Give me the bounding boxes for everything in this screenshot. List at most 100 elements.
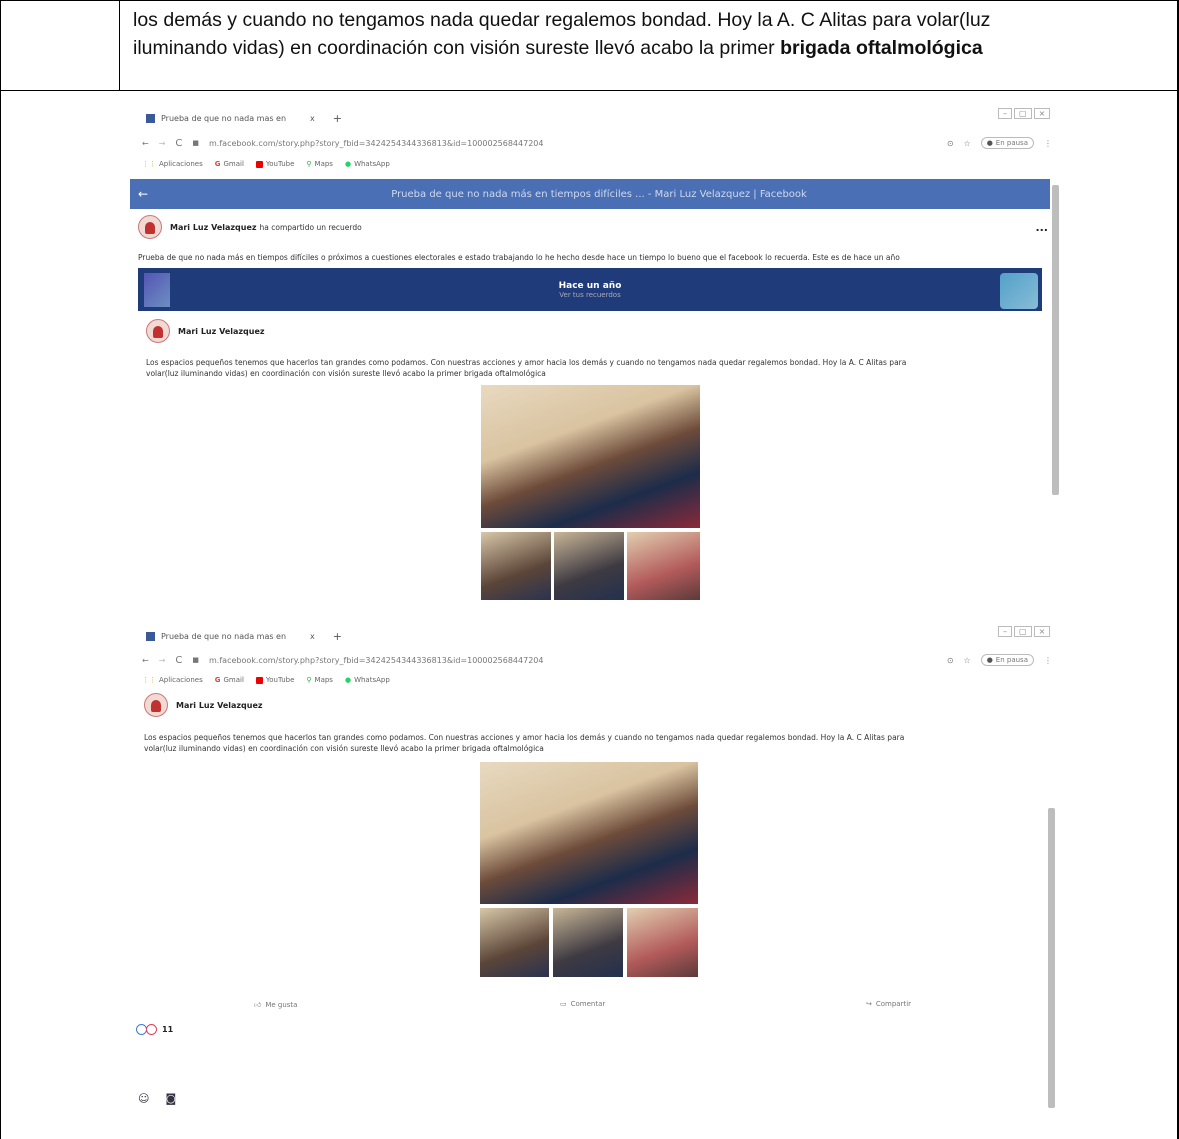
poster-name[interactable]: Mari Luz Velazquez xyxy=(170,223,257,232)
like-button[interactable]: 👍︎ Me gusta xyxy=(254,1000,297,1010)
back-arrow-icon[interactable]: ← xyxy=(142,656,149,665)
profile-icon: ● xyxy=(986,139,993,147)
post-header: Mari Luz Velazquez ha compartido un recu… xyxy=(138,215,1048,239)
memory-subtitle[interactable]: Ver tus recuerdos xyxy=(559,291,620,299)
star-icon[interactable]: ☆ xyxy=(964,656,971,665)
address-bar-2[interactable]: ← → C ■ m.facebook.com/story.php?story_f… xyxy=(142,654,1052,666)
bookmark-gmail[interactable]: G Gmail xyxy=(215,160,244,168)
back-arrow-icon[interactable]: ← xyxy=(142,139,149,148)
tab-close-icon[interactable]: x xyxy=(310,632,315,641)
star-icon[interactable]: ☆ xyxy=(964,139,971,148)
menu-dots-icon[interactable]: ⋮ xyxy=(1044,139,1052,148)
new-tab-button[interactable]: + xyxy=(333,112,342,125)
photo-main-2[interactable] xyxy=(480,762,698,904)
emoji-icon[interactable]: ☺ xyxy=(138,1092,149,1105)
paragraph-line-1: los demás y cuando no tengamos nada qued… xyxy=(133,9,991,31)
document-paragraph: los demás y cuando no tengamos nada qued… xyxy=(133,6,1173,62)
shared-memory-text: ha compartido un recuerdo xyxy=(259,222,362,232)
browser-tab[interactable]: Prueba de que no nada mas en x + xyxy=(146,112,342,125)
reload-icon[interactable]: C xyxy=(175,138,182,149)
lock-icon: ■ xyxy=(192,139,200,147)
forward-arrow-icon[interactable]: → xyxy=(159,656,166,665)
paragraph-line-2: iluminando vidas) en coordinación con vi… xyxy=(133,37,983,59)
paused-profile-button[interactable]: ● En pausa xyxy=(980,137,1034,149)
fb-back-arrow-icon[interactable]: ← xyxy=(138,187,148,201)
whatsapp-icon: ● xyxy=(344,676,352,684)
url-text[interactable]: m.facebook.com/story.php?story_fbid=3424… xyxy=(209,139,543,148)
more-options-icon[interactable]: ... xyxy=(1035,221,1048,234)
maximize-button[interactable]: ▢ xyxy=(1014,108,1032,119)
tab-title: Prueba de que no nada mas en xyxy=(161,114,287,123)
reactions-summary[interactable]: 11 xyxy=(136,1024,173,1035)
minimize-button[interactable]: – xyxy=(998,108,1012,119)
target-icon[interactable]: ⊙ xyxy=(947,656,954,665)
camera-icon[interactable]: ◙ xyxy=(165,1092,176,1105)
photo-thumb-2-2[interactable] xyxy=(553,908,623,977)
thumbs-up-icon: 👍︎ xyxy=(254,1001,262,1009)
bookmarks-bar-2: ⋮⋮ Aplicaciones G Gmail YouTube ⚲ Maps ● Wha… xyxy=(142,676,390,684)
paused-profile-button[interactable]: ● En pausa xyxy=(980,654,1034,666)
bookmark-apps[interactable]: ⋮⋮ Aplicaciones xyxy=(142,160,203,168)
target-icon[interactable]: ⊙ xyxy=(947,139,954,148)
photo-thumb-2-3[interactable] xyxy=(627,908,698,977)
share-icon: ↪ xyxy=(866,1000,872,1008)
share-button[interactable]: ↪ Compartir xyxy=(866,1000,911,1008)
address-bar[interactable]: ← → C ■ m.facebook.com/story.php?story_f… xyxy=(142,137,1052,149)
avatar[interactable] xyxy=(144,693,168,717)
photo-thumb-1[interactable] xyxy=(481,532,551,600)
avatar[interactable] xyxy=(138,215,162,239)
minimize-button[interactable]: – xyxy=(998,626,1012,637)
url-text-2[interactable]: m.facebook.com/story.php?story_fbid=3424… xyxy=(209,656,543,665)
post-intro-text: Prueba de que no nada más en tiempos dif… xyxy=(138,253,900,262)
inner-post-text-2: Los espacios pequeños tenemos que hacerl… xyxy=(144,733,905,753)
bookmark-youtube[interactable]: YouTube xyxy=(255,160,294,168)
table-row-divider xyxy=(0,90,1179,91)
table-border-top xyxy=(0,0,1179,1)
bookmark-maps[interactable]: ⚲ Maps xyxy=(306,676,333,684)
browser-tab-2[interactable]: Prueba de que no nada mas en x + xyxy=(146,630,342,643)
bookmark-youtube[interactable]: YouTube xyxy=(255,676,294,684)
fb-page-title: Prueba de que no nada más en tiempos dif… xyxy=(391,188,807,200)
scrollbar-2[interactable] xyxy=(1048,808,1055,1108)
close-window-button[interactable]: × xyxy=(1033,108,1051,119)
bookmark-gmail[interactable]: G Gmail xyxy=(215,676,244,684)
facebook-header-bar: ← Prueba de que no nada más en tiempos d… xyxy=(130,179,1050,209)
inner-post-header: Mari Luz Velazquez xyxy=(146,319,265,343)
maximize-button[interactable]: ▢ xyxy=(1014,626,1032,637)
bookmark-maps[interactable]: ⚲ Maps xyxy=(306,160,333,168)
forward-arrow-icon[interactable]: → xyxy=(159,139,166,148)
memory-right-icon xyxy=(1000,273,1038,309)
youtube-icon xyxy=(255,676,263,684)
inner-poster-name[interactable]: Mari Luz Velazquez xyxy=(178,327,265,336)
reload-icon[interactable]: C xyxy=(175,655,182,666)
reaction-count: 11 xyxy=(162,1025,174,1034)
facebook-favicon-icon xyxy=(146,632,155,641)
photo-thumb-2-1[interactable] xyxy=(480,908,549,977)
apps-grid-icon: ⋮⋮ xyxy=(142,676,156,684)
memory-banner[interactable]: Hace un año Ver tus recuerdos xyxy=(138,268,1042,311)
whatsapp-icon: ● xyxy=(344,160,352,168)
inner-poster-name-2[interactable]: Mari Luz Velazquez xyxy=(176,701,263,710)
profile-icon: ● xyxy=(986,656,993,664)
window-controls-2[interactable]: – ▢ × xyxy=(998,626,1051,637)
photo-thumb-3[interactable] xyxy=(627,532,700,600)
lock-icon: ■ xyxy=(192,656,200,664)
bookmark-whatsapp[interactable]: ● WhatsApp xyxy=(345,160,390,168)
comment-icon: ▭ xyxy=(560,1000,567,1008)
bookmark-apps[interactable]: ⋮⋮ Aplicaciones xyxy=(142,676,203,684)
tab-close-icon[interactable]: x xyxy=(310,114,315,123)
apps-grid-icon: ⋮⋮ xyxy=(142,160,156,168)
comment-button[interactable]: ▭ Comentar xyxy=(560,1000,605,1008)
bookmarks-bar: ⋮⋮ Aplicaciones G Gmail YouTube ⚲ Maps ● Wha… xyxy=(142,160,390,168)
menu-dots-icon[interactable]: ⋮ xyxy=(1044,656,1052,665)
photo-main[interactable] xyxy=(481,385,700,528)
inner-post-text: Los espacios pequeños tenemos que hacerl… xyxy=(146,358,907,378)
inner-avatar[interactable] xyxy=(146,319,170,343)
close-window-button[interactable]: × xyxy=(1033,626,1051,637)
scrollbar-1[interactable] xyxy=(1052,185,1059,495)
photo-thumb-2[interactable] xyxy=(554,532,624,600)
bookmark-whatsapp[interactable]: ● WhatsApp xyxy=(345,676,390,684)
window-controls[interactable]: – ▢ × xyxy=(998,108,1051,119)
new-tab-button[interactable]: + xyxy=(333,630,342,643)
maps-pin-icon: ⚲ xyxy=(306,160,312,168)
